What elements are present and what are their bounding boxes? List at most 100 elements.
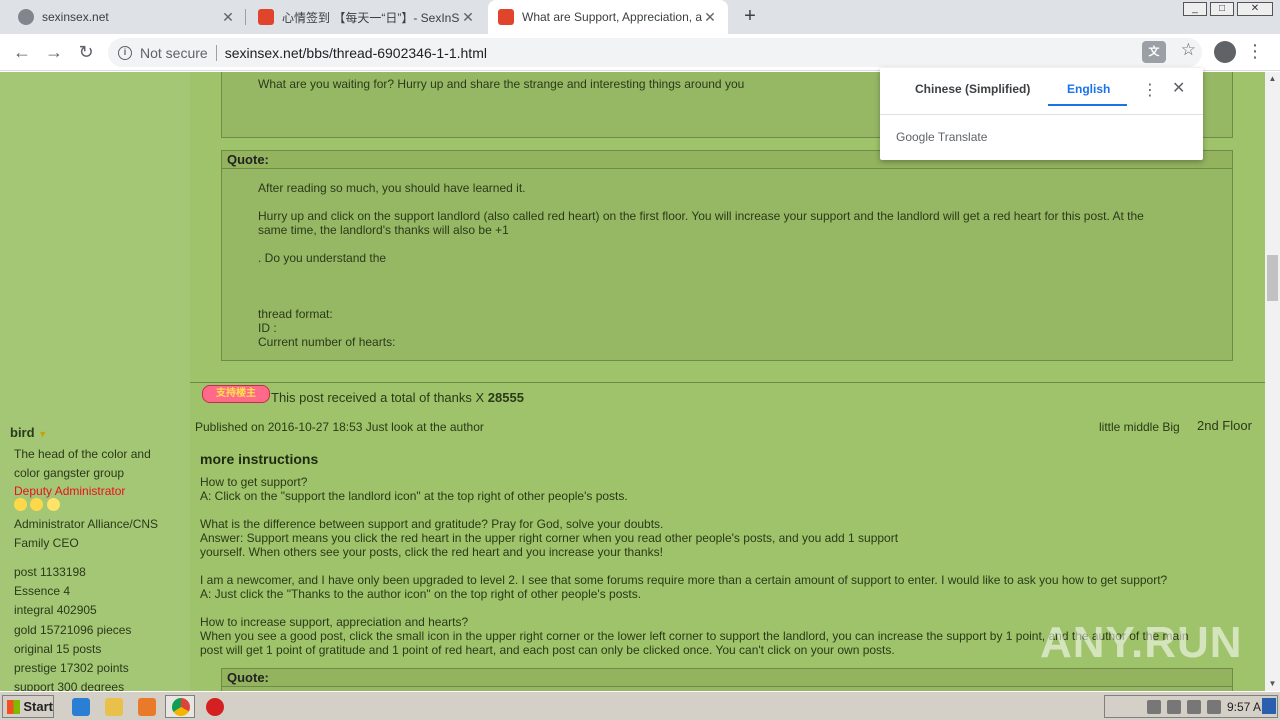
tab-strip: sexinsex.net ✕ 心情签到 【每天一“日”】- SexInSex! … bbox=[0, 0, 1280, 34]
post-meta[interactable]: Published on 2016-10-27 18:53 Just look … bbox=[195, 420, 484, 434]
fire-icon bbox=[498, 9, 514, 25]
start-label: Start bbox=[23, 699, 53, 714]
thanks-prefix: This post received a total of thanks X bbox=[271, 390, 485, 405]
google-translate-logo: Google Translate bbox=[896, 130, 988, 144]
moon-icon bbox=[46, 498, 60, 511]
ie-icon[interactable] bbox=[72, 698, 90, 716]
body-line: A: Click on the "support the landlord ic… bbox=[200, 489, 628, 503]
body-line: post will get 1 point of gratitude and 1… bbox=[200, 643, 895, 657]
fire-icon bbox=[258, 9, 274, 25]
quote-line: Current number of hearts: bbox=[258, 335, 396, 349]
star-icon[interactable]: ☆ bbox=[1181, 40, 1196, 60]
close-icon[interactable]: ✕ bbox=[702, 9, 718, 26]
author-name[interactable]: bird ▼ bbox=[10, 423, 47, 444]
not-secure-label: Not secure bbox=[140, 44, 208, 61]
arrow-up-icon[interactable] bbox=[1146, 699, 1161, 714]
scroll-thumb[interactable] bbox=[1267, 255, 1278, 301]
author-title: Administrator Alliance/CNS Family CEO bbox=[14, 517, 159, 550]
media-player-icon[interactable] bbox=[138, 698, 156, 716]
smile-icon bbox=[30, 498, 44, 511]
stat-integral: integral 402905 bbox=[14, 603, 97, 617]
url-separator bbox=[215, 44, 217, 61]
chrome-taskbar-button[interactable] bbox=[165, 695, 195, 718]
translate-options-icon[interactable]: ⋮ bbox=[1142, 80, 1158, 100]
post-divider bbox=[190, 382, 1265, 383]
minimize-button[interactable]: _ bbox=[1183, 2, 1207, 16]
body-line: I am a newcomer, and I have only been up… bbox=[200, 573, 1168, 587]
quote-line: . Do you understand the bbox=[258, 251, 387, 265]
scroll-down-icon[interactable]: ▼ bbox=[1265, 677, 1280, 691]
info-icon[interactable]: i bbox=[118, 45, 132, 60]
quote-line: thread format: bbox=[258, 307, 333, 321]
font-size-switch[interactable]: little middle Big bbox=[1099, 420, 1180, 434]
close-icon[interactable]: ✕ bbox=[220, 9, 236, 26]
scroll-up-icon[interactable]: ▲ bbox=[1265, 72, 1280, 86]
stop-icon[interactable] bbox=[206, 698, 224, 716]
tab-title: sexinsex.net bbox=[42, 10, 109, 24]
tab-sexinsex[interactable]: sexinsex.net ✕ bbox=[8, 0, 246, 34]
show-desktop-icon[interactable] bbox=[1262, 698, 1276, 714]
back-icon[interactable]: ← bbox=[10, 40, 34, 64]
kebab-menu-icon[interactable]: ⋮ bbox=[1246, 40, 1264, 64]
tab-checkin[interactable]: 心情签到 【每天一“日”】- SexInSex! ✕ bbox=[248, 0, 486, 34]
tab-title: What are Support, Appreciation, an bbox=[522, 10, 702, 24]
dropdown-icon[interactable]: ▼ bbox=[38, 429, 47, 439]
anyrun-watermark: ANY.RUN bbox=[1040, 618, 1243, 667]
smile-icon bbox=[14, 498, 27, 511]
maximize-button[interactable]: □ bbox=[1210, 2, 1234, 16]
stat-gold: gold 15721096 pieces bbox=[14, 623, 132, 637]
body-line: A: Just click the "Thanks to the author … bbox=[200, 587, 642, 601]
quote-box-2: Quote: bbox=[221, 668, 1233, 691]
quote-line: same time, the landlord's thanks will al… bbox=[258, 223, 509, 237]
body-line: Answer: Support means you click the red … bbox=[200, 531, 899, 545]
translate-target-tab[interactable]: English bbox=[1067, 82, 1110, 96]
post-heading: more instructions bbox=[200, 451, 319, 467]
window-close-button[interactable]: ✕ bbox=[1237, 2, 1273, 16]
windows-logo-icon bbox=[7, 699, 21, 714]
network-icon[interactable] bbox=[1186, 699, 1201, 714]
post-area: What are you waiting for? Hurry up and s… bbox=[190, 72, 1265, 691]
body-line: How to get support? bbox=[200, 475, 308, 489]
close-icon[interactable]: ✕ bbox=[1172, 78, 1185, 98]
flag-icon[interactable] bbox=[1206, 699, 1221, 714]
body-line: yourself. When others see your posts, cl… bbox=[200, 545, 663, 559]
translate-source-tab[interactable]: Chinese (Simplified) bbox=[915, 82, 1030, 96]
new-tab-button[interactable]: + bbox=[738, 5, 762, 29]
url-text[interactable]: sexinsex.net/bbs/thread-6902346-1-1.html bbox=[225, 45, 487, 61]
stat-essence: Essence 4 bbox=[14, 584, 71, 598]
divider bbox=[880, 114, 1203, 115]
floor-number: 2nd Floor bbox=[1197, 418, 1252, 433]
globe-icon bbox=[18, 9, 34, 25]
close-icon[interactable]: ✕ bbox=[460, 9, 476, 26]
body-line: How to increase support, appreciation an… bbox=[200, 615, 469, 629]
chrome-icon bbox=[172, 698, 190, 716]
windows-taskbar: Start 9:57 AM bbox=[0, 691, 1280, 720]
author-sidebar: bird ▼ The head of the color and color g… bbox=[0, 72, 190, 691]
browser-toolbar: ← → ↻ i Not secure sexinsex.net/bbs/thre… bbox=[0, 34, 1280, 71]
stat-original: original 15 posts bbox=[14, 642, 102, 656]
quote-line: After reading so much, you should have l… bbox=[258, 181, 526, 195]
tab-active-support[interactable]: What are Support, Appreciation, an ✕ bbox=[488, 0, 728, 34]
thanks-badge-icon[interactable]: 支持楼主 bbox=[202, 385, 270, 403]
profile-icon[interactable] bbox=[1214, 41, 1236, 63]
system-tray: 9:57 AM bbox=[1104, 695, 1278, 718]
body-line: What is the difference between support a… bbox=[200, 517, 664, 531]
translate-popup: Chinese (Simplified) English ⋮ ✕ Google … bbox=[880, 68, 1203, 160]
translate-icon[interactable]: 文 bbox=[1142, 41, 1166, 63]
reload-icon[interactable]: ↻ bbox=[74, 40, 98, 64]
explorer-icon[interactable] bbox=[105, 698, 123, 716]
quote-line: Hurry up and click on the support landlo… bbox=[258, 209, 1144, 223]
quote-box: Quote: After reading so much, you should… bbox=[221, 150, 1233, 361]
address-bar[interactable]: i Not secure sexinsex.net/bbs/thread-690… bbox=[108, 38, 1202, 67]
start-button[interactable]: Start bbox=[2, 695, 54, 718]
thanks-summary: This post received a total of thanks X 2… bbox=[271, 391, 524, 405]
page-viewport: bird ▼ The head of the color and color g… bbox=[0, 72, 1265, 691]
thanks-count: 28555 bbox=[487, 390, 524, 405]
author-name-text[interactable]: bird bbox=[10, 425, 35, 440]
author-group: The head of the color and color gangster… bbox=[14, 447, 151, 480]
volume-icon[interactable] bbox=[1166, 699, 1181, 714]
stat-support: support 300 degrees bbox=[14, 680, 125, 691]
forward-icon[interactable]: → bbox=[42, 40, 66, 64]
tab-title: 心情签到 【每天一“日”】- SexInSex! bbox=[282, 10, 460, 25]
page-scrollbar[interactable]: ▲ ▼ bbox=[1265, 72, 1280, 691]
